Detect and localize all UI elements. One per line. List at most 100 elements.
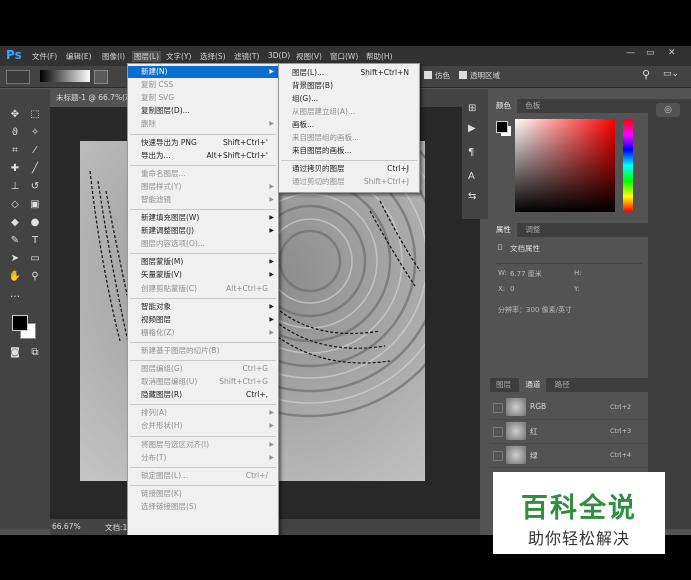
layer-menu-item[interactable]: 快速导出为 PNG Shift+Ctrl+' (128, 137, 278, 149)
zoom-level[interactable]: 66.67% (52, 522, 81, 531)
adjust-icon[interactable]: ⇆ (468, 191, 476, 202)
layer-menu-item[interactable]: 新建填充图层(W) ▶ (128, 212, 278, 224)
zoom-tool-icon[interactable]: ⚲ (28, 271, 42, 283)
stamp-tool-icon[interactable]: ⊥ (8, 181, 22, 193)
more-tools-icon[interactable]: … (8, 289, 22, 301)
menu-item-shortcut: Shift+Ctrl+' (222, 137, 268, 147)
libraries-icon[interactable]: ◎ (656, 103, 680, 117)
eyedropper-tool-icon[interactable]: ⁄ (28, 145, 42, 157)
new-submenu-item[interactable]: 来自图层的画板... (279, 145, 419, 157)
new-submenu-item[interactable]: 组(G)... (279, 93, 419, 105)
menu-7[interactable]: 滤镜(T) (234, 51, 259, 62)
new-submenu-item[interactable]: 图层(L)... Shift+Ctrl+N (279, 67, 419, 79)
visibility-toggle[interactable] (493, 427, 503, 437)
menu-2[interactable]: 编辑(E) (66, 51, 92, 62)
tab-properties[interactable]: 属性 (490, 223, 517, 237)
menu-9[interactable]: 视图(V) (296, 51, 322, 62)
menu-item-label: 图层样式(Y) (141, 181, 182, 191)
quick-mask-icon[interactable]: ◙ (8, 347, 22, 359)
tab-layers[interactable]: 图层 (490, 378, 517, 392)
type-tool-icon[interactable]: T (28, 235, 42, 247)
restore-button[interactable]: ▭ (646, 48, 655, 58)
layer-menu-item[interactable]: 隐藏图层(R) Ctrl+, (128, 389, 278, 401)
foreground-color-swatch[interactable] (12, 315, 28, 331)
channel-row[interactable]: RGB Ctrl+2 (490, 396, 648, 420)
history-panel-icon[interactable]: ⊞ (468, 103, 476, 114)
tab-swatches[interactable]: 色板 (519, 99, 546, 113)
x-value[interactable]: 0 (510, 285, 514, 293)
shape-tool-icon[interactable]: ▭ (28, 253, 42, 265)
gradient-picker[interactable] (40, 70, 90, 82)
new-submenu-item[interactable]: 通过拷贝的图层 Ctrl+J (279, 163, 419, 175)
visibility-toggle[interactable] (493, 451, 503, 461)
actions-play-icon[interactable]: ▶ (468, 123, 476, 134)
hand-tool-icon[interactable]: ✋ (8, 271, 22, 283)
new-submenu-item[interactable]: 画板... (279, 119, 419, 131)
history-brush-tool-icon[interactable]: ↺ (28, 181, 42, 193)
menu-separator (130, 435, 276, 437)
w-value[interactable]: 6.77 厘米 (510, 269, 542, 279)
tool-preset-picker[interactable] (6, 70, 30, 84)
new-submenu-item[interactable]: 背景图层(B) (279, 80, 419, 92)
transparency-checkbox[interactable] (459, 71, 467, 79)
layer-menu-item: 排列(A) ▶ (128, 407, 278, 419)
layer-menu-item[interactable]: 导出为... Alt+Shift+Ctrl+' (128, 150, 278, 162)
crop-tool-icon[interactable]: ⌗ (8, 145, 22, 157)
layer-menu-item[interactable]: 矢量蒙版(V) ▶ (128, 269, 278, 281)
submenu-arrow-icon: ▶ (269, 271, 274, 279)
workspace-icon[interactable]: ▭⌄ (663, 69, 679, 79)
character-icon[interactable]: A (468, 171, 475, 182)
menu-10[interactable]: 窗口(W) (330, 51, 358, 62)
doc-info[interactable]: 文档:1 (105, 522, 127, 533)
visibility-toggle[interactable] (493, 403, 503, 413)
menu-separator (130, 164, 276, 166)
menu-item-label: 栅格化(Z) (141, 327, 175, 337)
tab-color[interactable]: 颜色 (490, 99, 517, 113)
path-select-tool-icon[interactable]: ➤ (8, 253, 22, 265)
move-tool-icon[interactable]: ✥ (8, 109, 22, 121)
fg-color-chip[interactable] (496, 121, 508, 133)
brush-tool-icon[interactable]: ╱ (28, 163, 42, 175)
lasso-tool-icon[interactable]: ϑ (8, 127, 22, 139)
gradient-tool-icon[interactable]: ▣ (28, 199, 42, 211)
hue-slider[interactable] (623, 119, 633, 212)
menu-1[interactable]: 文件(F) (32, 51, 57, 62)
gradient-type-button[interactable] (94, 70, 108, 84)
layer-menu-item[interactable]: 复制图层(D)... (128, 105, 278, 117)
menu-separator (130, 209, 276, 210)
menu-item-label: 矢量蒙版(V) (141, 270, 182, 280)
layer-menu-item[interactable]: 新建调整图层(J) ▶ (128, 225, 278, 237)
paragraph-icon[interactable]: ¶ (468, 147, 474, 158)
channel-row[interactable]: 红 Ctrl+3 (490, 420, 648, 444)
close-button[interactable]: ✕ (668, 48, 676, 58)
color-field[interactable] (515, 119, 615, 212)
marquee-tool-icon[interactable]: ⬚ (28, 109, 42, 121)
dither-checkbox[interactable] (424, 71, 432, 79)
layer-menu-item: 合并形状(H) ▶ (128, 420, 278, 432)
layer-menu-item[interactable]: 视频图层 ▶ (128, 314, 278, 326)
menu-item-label: 重命名图层... (141, 168, 186, 178)
menu-6[interactable]: 选择(S) (200, 51, 226, 62)
channel-row[interactable]: 绿 Ctrl+4 (490, 444, 648, 468)
magic-wand-tool-icon[interactable]: ✧ (28, 127, 42, 139)
dodge-tool-icon[interactable]: ● (28, 217, 42, 229)
menu-4[interactable]: 图层(L) (132, 51, 162, 62)
menu-3[interactable]: 图像(I) (102, 51, 125, 62)
menu-11[interactable]: 帮助(H) (366, 51, 393, 62)
tab-channels[interactable]: 通道 (519, 378, 547, 392)
healing-tool-icon[interactable]: ✚ (8, 163, 22, 175)
tab-paths[interactable]: 路径 (549, 378, 576, 392)
layer-menu-item[interactable]: 图层蒙版(M) ▶ (128, 256, 278, 268)
layer-menu-item[interactable]: 智能对象 ▶ (128, 301, 278, 313)
layer-menu-item: 图层样式(Y) ▶ (128, 181, 278, 193)
minimize-button[interactable]: — (626, 48, 635, 58)
menu-8[interactable]: 3D(D) (268, 51, 290, 60)
eraser-tool-icon[interactable]: ◇ (8, 199, 22, 211)
search-icon[interactable]: ⚲ (642, 68, 650, 81)
blur-tool-icon[interactable]: ◆ (8, 217, 22, 229)
screen-mode-icon[interactable]: ⧉ (28, 347, 42, 359)
pen-tool-icon[interactable]: ✎ (8, 235, 22, 247)
menu-5[interactable]: 文字(Y) (166, 51, 191, 62)
tab-adjustments[interactable]: 调整 (519, 223, 546, 237)
layer-menu-item[interactable]: 新建(N) ▶ (128, 66, 278, 78)
